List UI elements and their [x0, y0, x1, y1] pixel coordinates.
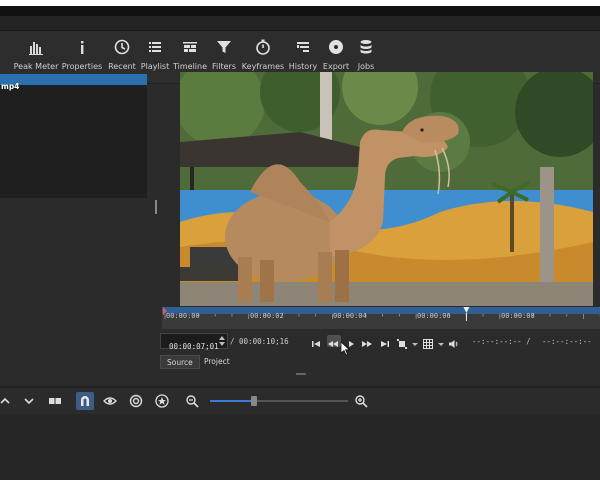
toolbar-label: Properties [61, 62, 103, 71]
toolbar-label: History [288, 62, 318, 71]
rewind-icon [328, 341, 338, 347]
volume-icon [449, 340, 458, 348]
fast-forward-icon [362, 341, 372, 347]
chevron-down-icon [24, 398, 34, 405]
zoom-out-button[interactable] [183, 392, 201, 410]
zoom-in-button[interactable] [352, 392, 370, 410]
list-icon [149, 42, 161, 52]
video-preview [180, 72, 593, 306]
zoom-out-icon [186, 395, 199, 408]
timeline-toolbar [0, 388, 600, 414]
in-point-time: --:--:--:-- / [472, 337, 531, 346]
fast-forward-button[interactable] [361, 335, 373, 347]
magnet-icon [81, 396, 89, 406]
grid-dropdown[interactable] [435, 335, 444, 347]
grid-icon [423, 339, 433, 349]
ripple-icon [129, 394, 143, 408]
star-icon [155, 394, 169, 408]
stopwatch-icon [256, 39, 270, 55]
timeline-ruler[interactable]: 00:00:00 00:00:02 00:00:04 00:00:06 00:0… [162, 307, 600, 329]
chevron-up-icon [0, 397, 10, 404]
toolbar-label: Jobs [357, 62, 375, 71]
skip-end-icon [381, 341, 389, 347]
chevron-down-icon [438, 343, 444, 346]
toolbar-label: Peak Meter [13, 62, 59, 71]
clock-icon [114, 39, 130, 55]
ripple-toggle[interactable] [127, 392, 145, 410]
skip-to-start-button[interactable] [310, 335, 322, 347]
toolbar-label: Filters [212, 62, 236, 71]
zoom-slider[interactable] [210, 396, 348, 406]
skip-start-icon [312, 341, 320, 347]
zoom-slider-handle[interactable] [251, 396, 258, 406]
zoom-fit-button[interactable] [396, 335, 408, 349]
playlist-selected-item[interactable]: mp4 [0, 74, 147, 91]
toolbar-label: Recent [108, 62, 136, 71]
scrub-toggle[interactable] [101, 392, 119, 410]
skip-to-end-button[interactable] [379, 335, 391, 347]
split-button[interactable] [46, 392, 64, 410]
menu-bar [0, 16, 600, 31]
zoom-dropdown[interactable] [409, 335, 418, 347]
split-clip-icon [49, 398, 61, 404]
in-marker [163, 307, 167, 315]
mouse-cursor-icon [341, 342, 351, 356]
total-duration: / 00:00:10;16 [230, 337, 289, 346]
zoom-in-icon [355, 395, 368, 408]
overwrite-button[interactable] [20, 392, 38, 410]
volume-button[interactable] [448, 335, 460, 348]
timeline-icon [183, 42, 197, 52]
eye-icon [103, 397, 117, 405]
dock-resize-grip[interactable] [296, 373, 306, 375]
camel-frame-image [180, 72, 593, 306]
funnel-icon [217, 41, 231, 53]
window-top-edge [0, 6, 600, 16]
toolbar-label: Timeline [173, 62, 208, 71]
toolbar-label: Playlist [140, 62, 170, 71]
playlist-item-label: mp4 [1, 82, 20, 91]
toolbar-label: Keyframes [241, 62, 285, 71]
frame-icon [397, 339, 407, 349]
info-icon [81, 41, 84, 54]
out-point-time: --:--:--:-- [542, 337, 592, 346]
zoom-slider-fill [210, 400, 255, 402]
snap-toggle[interactable] [76, 392, 94, 410]
panel-splitter[interactable] [155, 200, 157, 214]
database-icon [360, 40, 372, 54]
history-icon [297, 42, 309, 52]
tab-source[interactable]: Source [160, 355, 200, 369]
screenshot-frame: Peak Meter Properties Recent Playlist Ti… [0, 0, 600, 480]
current-time-value: 00:00:07;01 [169, 342, 219, 351]
playhead[interactable] [162, 307, 600, 329]
lift-button[interactable] [0, 392, 14, 410]
ripple-all-tracks-toggle[interactable] [153, 392, 171, 410]
timeline-tracks-area[interactable] [0, 414, 600, 480]
rewind-button[interactable] [327, 335, 341, 347]
grid-button[interactable] [422, 335, 434, 349]
playlist-panel: mp4 [0, 74, 147, 198]
transport-bar: 00:00:07;01 / 00:00:10;16 --:--:--:-- / … [160, 330, 600, 352]
disc-icon [329, 40, 343, 54]
chevron-down-icon [412, 343, 418, 346]
toolbar-label: Export [322, 62, 350, 71]
tab-project[interactable]: Project [198, 355, 236, 369]
time-spinner-icon[interactable] [218, 334, 226, 348]
peak-meter-icon [29, 42, 43, 55]
